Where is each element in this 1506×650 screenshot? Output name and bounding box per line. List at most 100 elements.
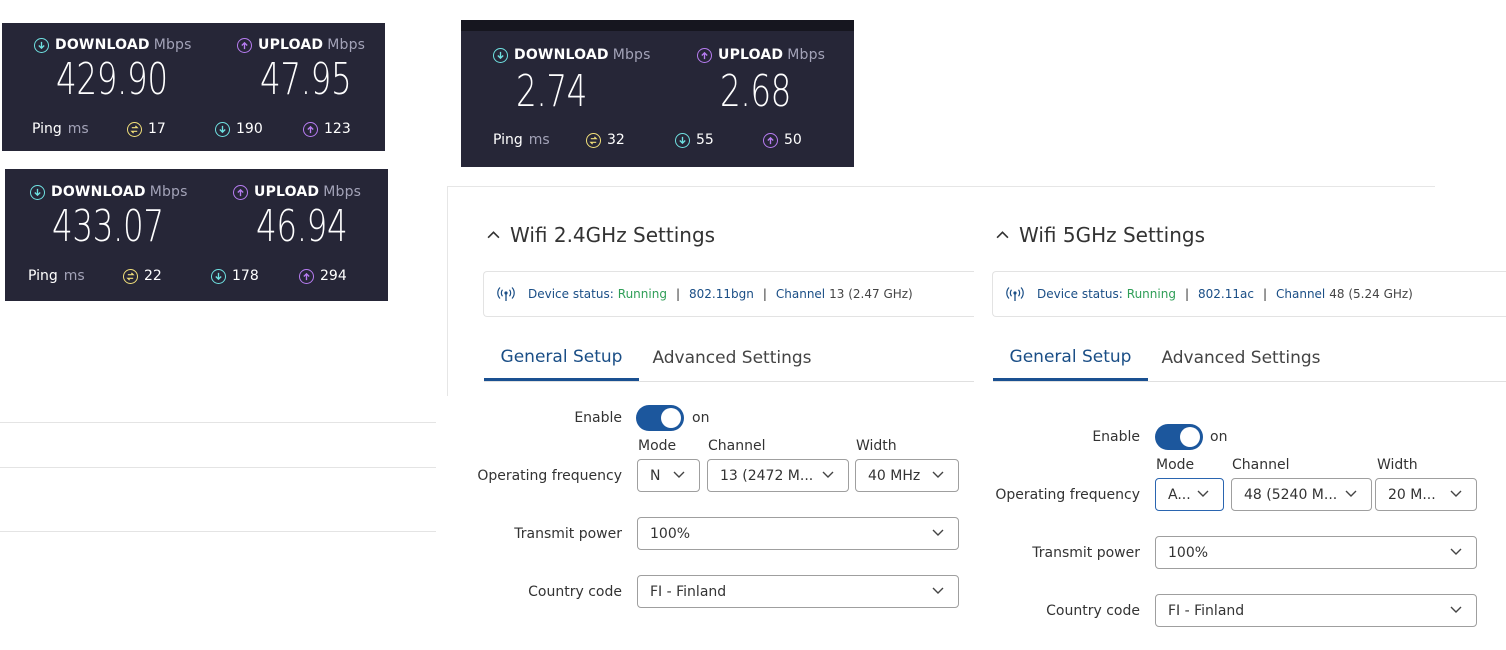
upload-icon xyxy=(763,132,778,148)
width-select-value: 20 M... xyxy=(1388,486,1436,503)
wifi24-section-header[interactable]: Wifi 2.4GHz Settings xyxy=(487,223,715,247)
upload-icon xyxy=(237,37,252,53)
wifi-standard: 802.11ac xyxy=(1198,287,1254,301)
upload-label: UPLOAD xyxy=(254,184,320,200)
transmit-power-select[interactable]: 100% xyxy=(1155,536,1477,569)
chevron-down-icon xyxy=(1345,490,1357,497)
width-label: Width xyxy=(1377,457,1418,473)
width-label: Width xyxy=(856,438,897,454)
chevron-down-icon xyxy=(1197,490,1209,497)
ping-upload-group: 294 xyxy=(299,268,347,284)
ping-label: Ping xyxy=(28,268,58,284)
transmit-power-select[interactable]: 100% xyxy=(637,517,959,550)
enable-toggle[interactable] xyxy=(1155,424,1203,450)
download-icon xyxy=(215,121,230,137)
upload-unit: Mbps xyxy=(327,37,366,53)
speedtest-result-3: DOWNLOAD Mbps UPLOAD Mbps 2.74 2.68 Ping… xyxy=(461,20,854,167)
country-code-value: FI - Finland xyxy=(650,583,727,600)
chevron-down-icon xyxy=(932,471,944,478)
width-select[interactable]: 20 M... xyxy=(1375,478,1477,511)
tab-general-setup[interactable]: General Setup xyxy=(993,335,1148,381)
divider xyxy=(0,467,436,468)
ping-label: Ping xyxy=(32,121,62,137)
country-code-label: Country code xyxy=(528,584,622,600)
channel-column-label: Channel xyxy=(1232,457,1290,473)
upload-header: UPLOAD Mbps xyxy=(237,37,365,53)
upload-unit: Mbps xyxy=(323,184,362,200)
enable-state: on xyxy=(692,410,710,426)
ping-icon xyxy=(123,268,138,284)
ping-upload-group: 123 xyxy=(303,121,351,137)
operating-frequency-label: Operating frequency xyxy=(995,487,1140,503)
wifi-signal-icon xyxy=(497,287,515,301)
chevron-down-icon xyxy=(673,471,685,478)
mode-select-value: A... xyxy=(1168,486,1191,503)
download-icon xyxy=(211,268,226,284)
chevron-down-icon xyxy=(932,587,944,594)
ping-label-group: Ping ms xyxy=(28,268,85,284)
upload-value: 46.94 xyxy=(256,201,348,252)
ping-icon xyxy=(586,132,601,148)
upload-unit: Mbps xyxy=(787,47,826,63)
download-unit: Mbps xyxy=(153,37,192,53)
download-value: 433.07 xyxy=(52,201,164,252)
channel-select[interactable]: 13 (2472 M... xyxy=(707,459,849,492)
upload-icon xyxy=(233,184,248,200)
wifi24-title: Wifi 2.4GHz Settings xyxy=(510,223,716,247)
chevron-up-icon[interactable] xyxy=(996,229,1009,242)
download-unit: Mbps xyxy=(612,47,651,63)
separator: | xyxy=(1262,287,1267,301)
ping-upload-group: 50 xyxy=(763,132,802,148)
channel-label: Channel xyxy=(1276,287,1326,301)
download-icon xyxy=(34,37,49,53)
panel-top-bar xyxy=(461,20,854,31)
download-icon xyxy=(675,132,690,148)
ping-value: 17 xyxy=(148,121,166,137)
tab-advanced-settings[interactable]: Advanced Settings xyxy=(652,335,812,381)
status-label: Device status: xyxy=(1037,287,1123,301)
separator: | xyxy=(1184,287,1189,301)
upload-header: UPLOAD Mbps xyxy=(697,47,825,63)
ping-value: 22 xyxy=(144,268,162,284)
wifi5-title: Wifi 5GHz Settings xyxy=(1019,223,1205,247)
speedtest-result-1: DOWNLOAD Mbps UPLOAD Mbps 429.90 47.95 P… xyxy=(2,23,385,151)
tab-general-setup[interactable]: General Setup xyxy=(484,335,639,381)
width-select[interactable]: 40 MHz xyxy=(855,459,959,492)
transmit-power-label: Transmit power xyxy=(1032,545,1140,561)
ping-label-group: Ping ms xyxy=(32,121,89,137)
wifi5-status-bar: Device status: Running | 802.11ac | Chan… xyxy=(992,271,1506,317)
download-icon xyxy=(30,184,45,200)
chevron-down-icon xyxy=(1450,606,1462,613)
chevron-up-icon[interactable] xyxy=(487,229,500,242)
wifi5-section-header[interactable]: Wifi 5GHz Settings xyxy=(996,223,1205,247)
enable-label: Enable xyxy=(1092,429,1140,445)
channel-column-label: Channel xyxy=(708,438,766,454)
upload-icon xyxy=(697,47,712,63)
download-label: DOWNLOAD xyxy=(51,184,146,200)
ping-value-group: 17 xyxy=(127,121,166,137)
channel-select[interactable]: 48 (5240 M... xyxy=(1231,478,1372,511)
tab-advanced-settings[interactable]: Advanced Settings xyxy=(1161,335,1321,381)
ping-icon xyxy=(127,121,142,137)
country-code-select[interactable]: FI - Finland xyxy=(1155,594,1477,627)
transmit-power-label: Transmit power xyxy=(514,526,622,542)
country-code-select[interactable]: FI - Finland xyxy=(637,575,959,608)
transmit-power-value: 100% xyxy=(650,525,691,542)
channel-value: 13 (2.47 GHz) xyxy=(829,287,913,301)
ping-download-value: 55 xyxy=(696,132,714,148)
mode-select[interactable]: N xyxy=(637,459,700,492)
download-value: 429.90 xyxy=(56,54,168,105)
enable-state: on xyxy=(1210,429,1228,445)
separator: | xyxy=(675,287,680,301)
speedtest-result-2: DOWNLOAD Mbps UPLOAD Mbps 433.07 46.94 P… xyxy=(5,169,388,301)
chevron-down-icon xyxy=(1450,490,1462,497)
upload-label: UPLOAD xyxy=(718,47,784,63)
channel-select-value: 13 (2472 M... xyxy=(720,467,814,484)
ping-value-group: 32 xyxy=(586,132,625,148)
transmit-power-value: 100% xyxy=(1168,544,1209,561)
download-header: DOWNLOAD Mbps xyxy=(34,37,192,53)
chevron-down-icon xyxy=(1450,548,1462,555)
mode-select[interactable]: A... xyxy=(1155,478,1224,511)
chevron-down-icon xyxy=(822,471,834,478)
enable-toggle[interactable] xyxy=(636,405,684,431)
